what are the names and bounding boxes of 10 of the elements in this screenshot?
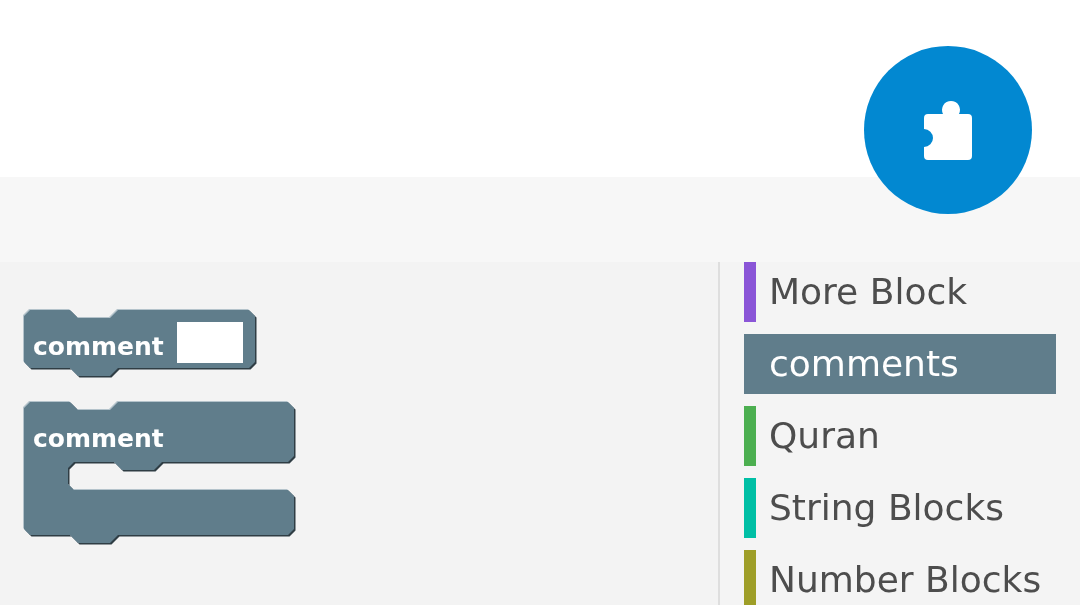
puzzle-icon [924,100,972,160]
category-item[interactable]: More Block [744,262,1056,322]
category-item[interactable]: String Blocks [744,478,1056,538]
block-label: comment [33,332,164,361]
category-item[interactable]: Number Blocks [744,550,1056,605]
block-label: comment [33,424,164,453]
c-shaped-block[interactable] [23,401,296,545]
category-item[interactable]: Quran [744,406,1056,466]
input-field[interactable] [177,322,243,363]
category-item[interactable]: comments [744,334,1056,394]
